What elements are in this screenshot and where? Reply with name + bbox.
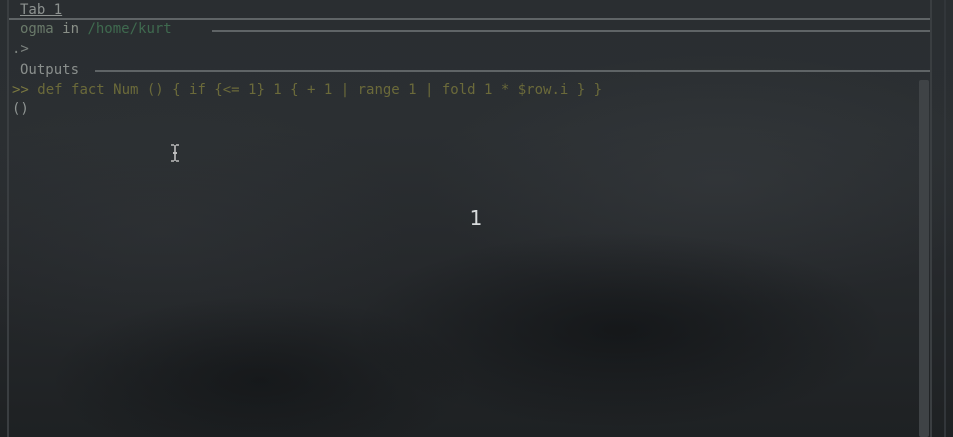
output-scrollbar[interactable] [919,80,929,437]
window-border-right [930,0,932,437]
display-value: 1 [469,206,483,230]
outer-border-right [944,0,946,437]
prompt-path: /home/kurt [87,21,172,37]
prompt-line: ogma in /home/kurt [20,20,172,39]
window-border-left [7,0,9,437]
tab-1[interactable]: Tab 1 [20,1,62,19]
prompt-divider [212,30,930,32]
history-prompt-marker: >> [12,82,29,98]
text-cursor-icon [170,144,180,162]
prompt-user: ogma [20,21,54,37]
outputs-divider [95,70,930,72]
outputs-heading: Outputs [20,62,80,78]
history-result: () [12,101,29,117]
command-input[interactable]: .> [12,40,29,59]
prompt-in: in [62,21,80,37]
history-command[interactable]: >> def fact Num () { if {<= 1} 1 { + 1 |… [12,81,602,100]
history-command-text: def fact Num () { if {<= 1} 1 { + 1 | ra… [37,82,603,98]
